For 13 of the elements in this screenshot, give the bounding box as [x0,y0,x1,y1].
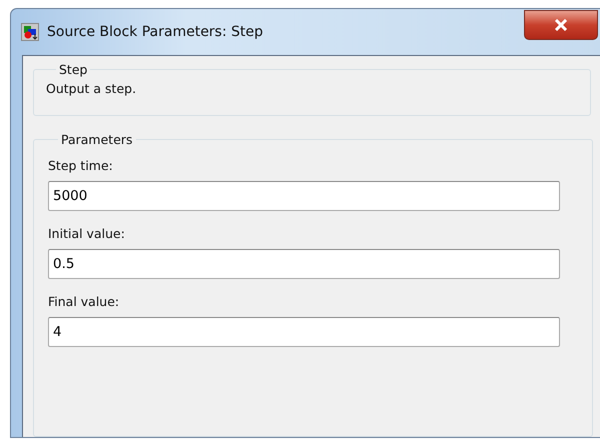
field-label: Final value: [48,294,120,309]
close-button[interactable] [524,10,598,40]
block-icon [21,23,39,41]
description-text: Output a step. [46,81,136,96]
input-field[interactable]: 5000 [48,181,560,211]
field-label: Step time: [48,158,114,173]
close-icon [554,19,568,31]
window-title: Source Block Parameters: Step [47,24,264,40]
group-legend: Step [56,62,90,77]
input-field[interactable]: 0.5 [48,249,560,279]
input-field[interactable]: 4 [48,317,560,347]
group-legend: Parameters [58,132,136,147]
field-label: Initial value: [48,226,126,241]
